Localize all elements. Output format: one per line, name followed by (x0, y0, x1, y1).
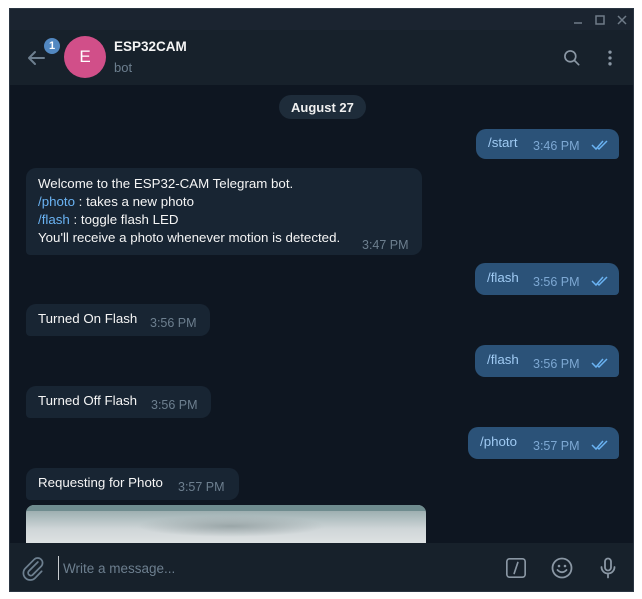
chat-title[interactable]: ESP32CAM (114, 39, 187, 54)
emoji-button[interactable] (549, 555, 575, 581)
welcome-line: Welcome to the ESP32-CAM Telegram bot. (38, 176, 294, 191)
paperclip-icon (22, 557, 44, 581)
double-check-icon (591, 440, 608, 451)
message-time: 3:56 PM (533, 357, 580, 371)
message-composer (10, 543, 633, 591)
more-vertical-icon (608, 50, 612, 66)
emoji-icon (551, 557, 573, 579)
message-text: Requesting for Photo (38, 475, 163, 490)
message-time: 3:56 PM (150, 316, 197, 330)
close-icon (617, 14, 627, 25)
maximize-icon (595, 14, 605, 25)
close-button[interactable] (611, 9, 633, 30)
photo-command-link[interactable]: /photo (38, 194, 75, 209)
message-text: Turned Off Flash (38, 393, 138, 408)
date-separator: August 27 (279, 95, 366, 119)
maximize-button[interactable] (589, 9, 611, 30)
search-icon (564, 50, 580, 66)
double-check-icon (591, 140, 608, 151)
photo-message[interactable] (26, 505, 426, 543)
outgoing-message[interactable]: /photo 3:57 PM (468, 427, 619, 459)
avatar[interactable]: E (64, 36, 106, 78)
outgoing-message[interactable]: /flash 3:56 PM (475, 263, 619, 295)
message-text[interactable]: /flash (487, 269, 519, 287)
chat-header: 1 E ESP32CAM bot (10, 30, 633, 85)
microphone-icon (600, 557, 616, 579)
message-text[interactable]: /flash (487, 351, 519, 369)
bot-commands-button[interactable] (503, 555, 529, 581)
message-time: 3:57 PM (178, 480, 225, 494)
more-menu-button[interactable] (598, 46, 622, 70)
slash-command-icon (506, 558, 526, 578)
incoming-message[interactable]: Turned On Flash 3:56 PM (26, 304, 210, 336)
incoming-message[interactable]: Turned Off Flash 3:56 PM (26, 386, 211, 418)
double-check-icon (591, 276, 608, 287)
message-text[interactable]: /start (488, 134, 518, 152)
message-time: 3:46 PM (533, 139, 580, 153)
message-time: 3:57 PM (533, 439, 580, 453)
minimize-icon (574, 21, 582, 24)
unread-badge: 1 (42, 36, 62, 56)
chat-status: bot (114, 60, 133, 75)
voice-message-button[interactable] (595, 555, 621, 581)
flash-command-link[interactable]: /flash (38, 212, 70, 227)
photo-command-desc: : takes a new photo (74, 194, 194, 209)
flash-command-desc: : toggle flash LED (69, 212, 179, 227)
message-input[interactable] (58, 556, 478, 580)
motion-line: You'll receive a photo whenever motion i… (38, 230, 341, 245)
search-button[interactable] (560, 46, 584, 70)
photo-command-line: /photo : takes a new photo (38, 193, 340, 211)
message-text: Welcome to the ESP32-CAM Telegram bot. /… (38, 175, 340, 247)
message-text: Turned On Flash (38, 311, 138, 326)
incoming-message[interactable]: Welcome to the ESP32-CAM Telegram bot. /… (26, 168, 422, 255)
message-time: 3:56 PM (533, 275, 580, 289)
message-list[interactable]: August 27 /start 3:46 PM Welcome to the … (10, 85, 633, 543)
title-bar (10, 9, 633, 30)
double-check-icon (591, 358, 608, 369)
minimize-button[interactable] (567, 9, 589, 30)
outgoing-message[interactable]: /flash 3:56 PM (475, 345, 619, 377)
incoming-message[interactable]: Requesting for Photo 3:57 PM (26, 468, 239, 500)
flash-command-line: /flash : toggle flash LED (38, 211, 340, 229)
message-time: 3:56 PM (151, 398, 198, 412)
outgoing-message[interactable]: /start 3:46 PM (476, 129, 619, 159)
message-time: 3:47 PM (362, 238, 409, 252)
message-text[interactable]: /photo (480, 433, 517, 451)
telegram-window: 1 E ESP32CAM bot August 27 /start 3:46 P… (9, 8, 634, 592)
attach-button[interactable] (20, 555, 46, 581)
